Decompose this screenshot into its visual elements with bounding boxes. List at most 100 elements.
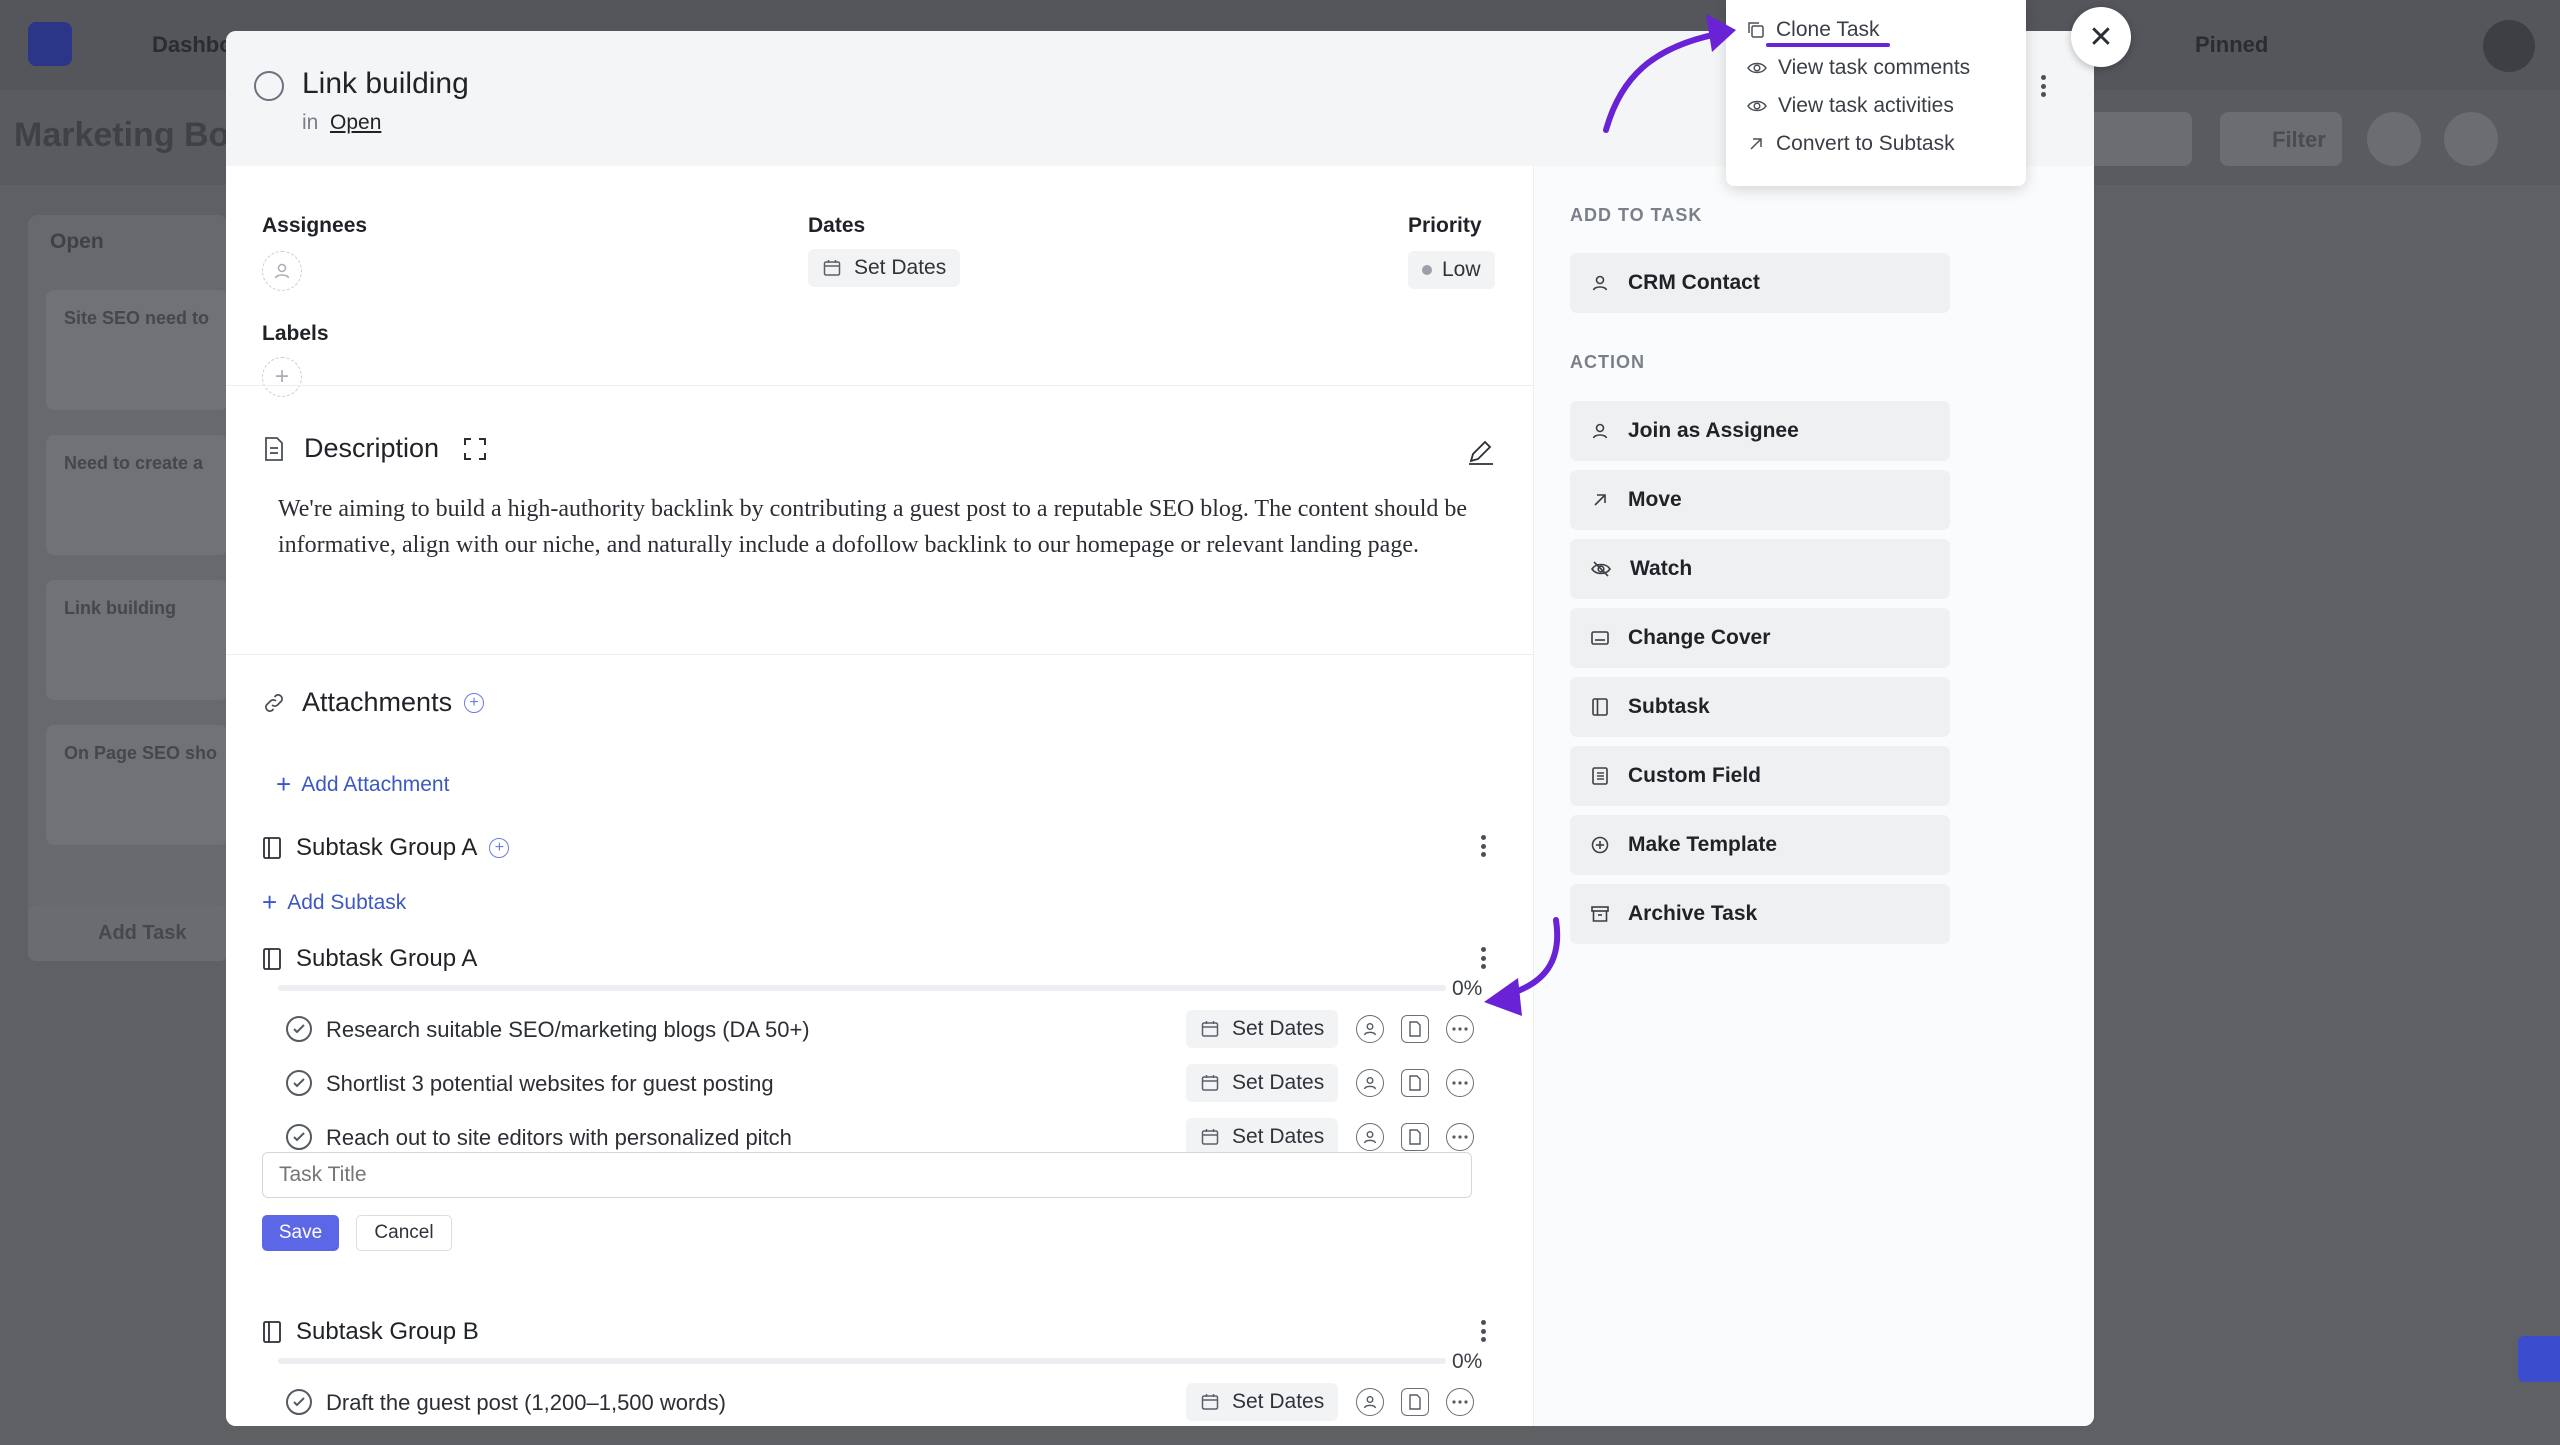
task-modal: Link building in Open Assignees Dates Se…	[226, 31, 2094, 1426]
user-icon	[1592, 275, 1608, 291]
add-subtask-group-plus-icon[interactable]: +	[489, 838, 510, 858]
subtask-assignee-icon[interactable]	[1356, 1015, 1384, 1043]
save-subtask-button[interactable]: Save	[262, 1215, 339, 1251]
subtask-button[interactable]: Subtask	[1570, 677, 1950, 737]
subtask-progress-bar	[278, 985, 1446, 991]
subtask-set-dates-button[interactable]: Set Dates	[1186, 1118, 1339, 1156]
plus-icon: +	[276, 769, 292, 799]
make-template-button[interactable]: Make Template	[1570, 815, 1950, 875]
subtask-check-icon[interactable]	[286, 1124, 312, 1150]
add-subtask-button[interactable]: + Add Subtask	[262, 887, 406, 918]
subtask-group-more-button[interactable]	[1480, 835, 1486, 857]
arrow-up-right-icon	[1750, 138, 1762, 150]
edit-description-icon[interactable]	[1466, 437, 1496, 467]
description-title: Description	[304, 433, 440, 463]
calendar-icon	[1201, 1129, 1219, 1145]
clone-task-label: Clone Task	[1776, 18, 1880, 41]
subtask-more-icon[interactable]	[1446, 1388, 1474, 1416]
subtask-group-more-button[interactable]	[1480, 1320, 1486, 1342]
expand-icon[interactable]	[463, 437, 487, 461]
board-card-title: Need to create a	[64, 453, 204, 473]
subtask-group-icon	[263, 948, 281, 970]
task-more-button[interactable]	[2020, 75, 2060, 105]
subtask-set-dates-button[interactable]: Set Dates	[1186, 1064, 1339, 1102]
divider	[226, 654, 1533, 655]
add-label-button[interactable]: +	[262, 357, 302, 397]
subtask-title[interactable]: Reach out to site editors with personali…	[326, 1125, 792, 1151]
link-icon	[265, 693, 283, 712]
subtask-document-icon[interactable]	[1401, 1123, 1429, 1151]
priority-value: Low	[1442, 258, 1481, 281]
subtask-row[interactable]: Research suitable SEO/marketing blogs (D…	[266, 1005, 1506, 1053]
image-icon	[1591, 631, 1609, 645]
crm-contact-button[interactable]: CRM Contact	[1570, 253, 1950, 313]
custom-field-button[interactable]: Custom Field	[1570, 746, 1950, 806]
subtask-more-icon[interactable]	[1446, 1069, 1474, 1097]
annotation-underline	[1766, 43, 1890, 47]
view-task-comments-menu-item[interactable]: View task comments	[1746, 56, 1970, 80]
board-add-task: Add Task	[28, 905, 228, 961]
document-icon	[265, 436, 283, 461]
add-attachment-plus-icon[interactable]: +	[464, 692, 485, 713]
view-task-activities-label: View task activities	[1778, 94, 1954, 117]
app-logo	[28, 22, 72, 66]
set-dates-label: Set Dates	[1232, 1390, 1325, 1413]
cancel-subtask-button[interactable]: Cancel	[356, 1215, 452, 1251]
subtask-row[interactable]: Draft the guest post (1,200–1,500 words)…	[266, 1378, 1506, 1426]
arrow-up-right-icon	[1594, 494, 1606, 506]
subtask-set-dates-button[interactable]: Set Dates	[1186, 1010, 1339, 1048]
column-title: Open	[50, 230, 104, 253]
add-assignee-button[interactable]	[262, 251, 302, 291]
subtask-group-icon	[263, 837, 281, 859]
user-icon	[1592, 423, 1608, 439]
subtask-title[interactable]: Draft the guest post (1,200–1,500 words)	[326, 1390, 726, 1416]
add-subtask-label: Add Subtask	[287, 890, 407, 914]
member-avatar	[2444, 112, 2498, 166]
priority-dot-icon	[1422, 265, 1432, 275]
new-subtask-title-input[interactable]	[262, 1152, 1472, 1198]
action-heading: ACTION	[1570, 352, 1645, 372]
assignees-label: Assignees	[262, 214, 368, 237]
subtask-assignee-icon[interactable]	[1356, 1123, 1384, 1151]
watch-button[interactable]: Watch	[1570, 539, 1950, 599]
subtask-document-icon[interactable]	[1401, 1069, 1429, 1097]
convert-to-subtask-menu-item[interactable]: Convert to Subtask	[1746, 132, 1955, 156]
subtask-progress-percent: 0%	[1452, 1350, 1483, 1373]
subtask-title[interactable]: Shortlist 3 potential websites for guest…	[326, 1071, 774, 1097]
subtask-assignee-icon[interactable]	[1356, 1069, 1384, 1097]
close-icon: ✕	[2088, 20, 2114, 54]
move-button[interactable]: Move	[1570, 470, 1950, 530]
subtask-group-more-button[interactable]	[1480, 947, 1486, 969]
subtask-progress-bar	[278, 1358, 1446, 1364]
subtask-more-icon[interactable]	[1446, 1123, 1474, 1151]
task-title[interactable]: Link building	[302, 67, 469, 101]
subtask-document-icon[interactable]	[1401, 1388, 1429, 1416]
watch-label: Watch	[1630, 557, 1693, 580]
subtask-check-icon[interactable]	[286, 1016, 312, 1042]
subtask-row[interactable]: Shortlist 3 potential websites for guest…	[266, 1059, 1506, 1107]
subtask-title[interactable]: Research suitable SEO/marketing blogs (D…	[326, 1017, 810, 1043]
task-complete-checkbox[interactable]	[254, 71, 284, 101]
settings-icon	[2367, 112, 2421, 166]
join-as-assignee-button[interactable]: Join as Assignee	[1570, 401, 1950, 461]
subtask-set-dates-button[interactable]: Set Dates	[1186, 1383, 1339, 1421]
subtask-check-icon[interactable]	[286, 1389, 312, 1415]
subtask-more-icon[interactable]	[1446, 1015, 1474, 1043]
subtask-check-icon[interactable]	[286, 1070, 312, 1096]
archive-task-label: Archive Task	[1628, 902, 1758, 925]
subtask-document-icon[interactable]	[1401, 1015, 1429, 1043]
archive-task-button[interactable]: Archive Task	[1570, 884, 1950, 944]
dates-label: Dates	[808, 214, 866, 237]
user-icon	[274, 263, 290, 279]
subtask-group-title: Subtask Group A	[296, 945, 478, 972]
task-status-link[interactable]: Open	[330, 111, 381, 135]
view-task-activities-menu-item[interactable]: View task activities	[1746, 94, 1954, 118]
add-attachment-button[interactable]: + Add Attachment	[276, 769, 449, 800]
priority-select[interactable]: Low	[1408, 251, 1495, 289]
attachments-section: Attachments +	[262, 687, 485, 718]
change-cover-button[interactable]: Change Cover	[1570, 608, 1950, 668]
set-dates-button[interactable]: Set Dates	[808, 249, 961, 287]
subtask-assignee-icon[interactable]	[1356, 1388, 1384, 1416]
clone-task-menu-item[interactable]: Clone Task	[1746, 18, 1880, 42]
close-modal-button[interactable]: ✕	[2071, 7, 2131, 67]
